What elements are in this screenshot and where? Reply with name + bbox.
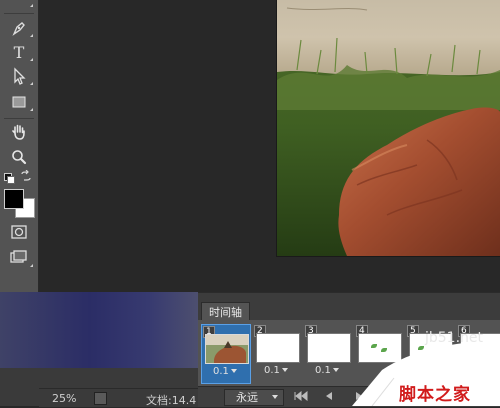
pen-tool-icon[interactable] xyxy=(8,18,33,38)
type-tool-glyph: T xyxy=(13,42,25,62)
frame-delay[interactable]: 0.1 xyxy=(213,366,237,377)
blurred-panel xyxy=(0,292,198,368)
tools-separator xyxy=(4,13,34,14)
first-frame-icon[interactable] xyxy=(294,391,308,401)
timeline-frame-1[interactable]: 1 0.1 xyxy=(201,324,251,384)
screen-mode-icon[interactable] xyxy=(8,248,33,268)
watermark-url: jb51.net xyxy=(425,330,484,346)
type-tool-icon[interactable]: T xyxy=(8,42,33,62)
timeline-tabbar: 时间轴 xyxy=(198,292,500,322)
frame-thumbnail xyxy=(256,333,300,363)
zoom-level[interactable]: 25% xyxy=(52,392,76,405)
hand-tool-icon[interactable] xyxy=(8,122,30,142)
watermark-site-name: 脚本之家 xyxy=(399,385,471,405)
status-bar: 25% 文档:14.4 xyxy=(39,388,198,407)
swap-colors-icon[interactable] xyxy=(20,170,32,182)
tools-separator xyxy=(4,118,34,119)
zoom-tool-icon[interactable] xyxy=(8,147,30,167)
document-image xyxy=(277,0,500,256)
tools-panel: T xyxy=(0,0,39,292)
tool-top-partial[interactable] xyxy=(8,0,33,8)
timeline-frame-3[interactable]: 3 0.1 xyxy=(304,324,352,382)
frame-delay-value: 0.1 xyxy=(264,365,280,376)
loop-select[interactable]: 永远 xyxy=(224,389,284,406)
quick-mask-icon[interactable] xyxy=(8,222,30,242)
status-info-icon[interactable] xyxy=(94,392,107,405)
path-selection-tool-icon[interactable] xyxy=(8,66,33,86)
previous-frame-icon[interactable] xyxy=(324,391,334,401)
loop-select-value: 永远 xyxy=(236,391,258,404)
frame-thumbnail xyxy=(205,334,249,364)
foreground-color-swatch[interactable] xyxy=(4,189,24,209)
frame-delay[interactable]: 0.1 xyxy=(264,365,288,376)
timeline-frame-2[interactable]: 2 0.1 xyxy=(253,324,301,382)
canvas-area[interactable] xyxy=(39,0,500,292)
frame-delay-value: 0.1 xyxy=(213,366,229,377)
frame-thumbnail xyxy=(307,333,351,363)
rectangle-tool-icon[interactable] xyxy=(8,92,33,112)
tab-timeline[interactable]: 时间轴 xyxy=(201,302,250,322)
frame-delay[interactable]: 0.1 xyxy=(315,365,339,376)
default-colors-bg-icon xyxy=(7,176,15,184)
watermark: jb51.net 脚本之家 xyxy=(352,330,500,406)
frame-delay-value: 0.1 xyxy=(315,365,331,376)
